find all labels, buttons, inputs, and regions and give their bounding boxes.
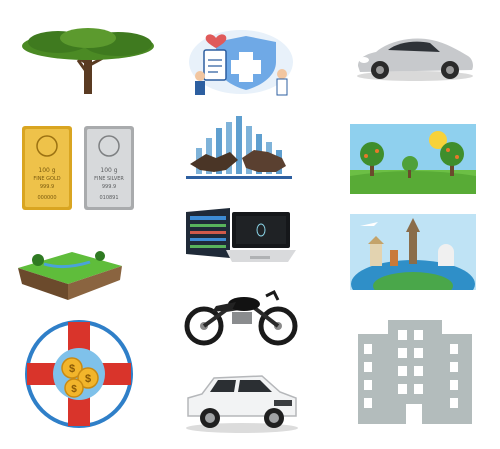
bull-bear-market-icon	[186, 114, 292, 180]
gold-bar-purity-label: FINE GOLD	[33, 176, 60, 182]
medical-insurance-icon	[186, 26, 296, 98]
gold-silver-bars-icon: 100 g FINE GOLD 999.9 000000 100 g FINE …	[20, 124, 136, 212]
dollar-sign-icon: $	[69, 363, 75, 375]
silver-bar-serial: 010891	[99, 195, 118, 201]
suv-icon	[184, 366, 300, 434]
trading-laptop-icon	[184, 206, 296, 270]
acacia-tree-icon	[18, 24, 158, 96]
coin-lifebuoy-icon: $ $ $	[22, 318, 136, 430]
silver-bar-purity-label: FINE SILVER	[94, 176, 124, 182]
dollar-sign-icon: $	[85, 373, 91, 385]
building-icon	[352, 320, 478, 424]
travel-landmarks-icon	[350, 214, 476, 290]
gold-bar-fineness: 999.9	[40, 184, 54, 190]
gold-bar-weight: 100 g	[38, 167, 55, 174]
dollar-sign-icon: $	[71, 384, 77, 395]
park-landscape-icon	[350, 124, 476, 194]
land-plot-icon	[14, 240, 126, 304]
motorcycle-icon	[182, 284, 300, 346]
gold-bar-serial: 000000	[37, 195, 56, 201]
silver-bar-fineness: 999.9	[102, 184, 116, 190]
sports-car-icon	[354, 28, 476, 82]
silver-bar-weight: 100 g	[100, 167, 117, 174]
